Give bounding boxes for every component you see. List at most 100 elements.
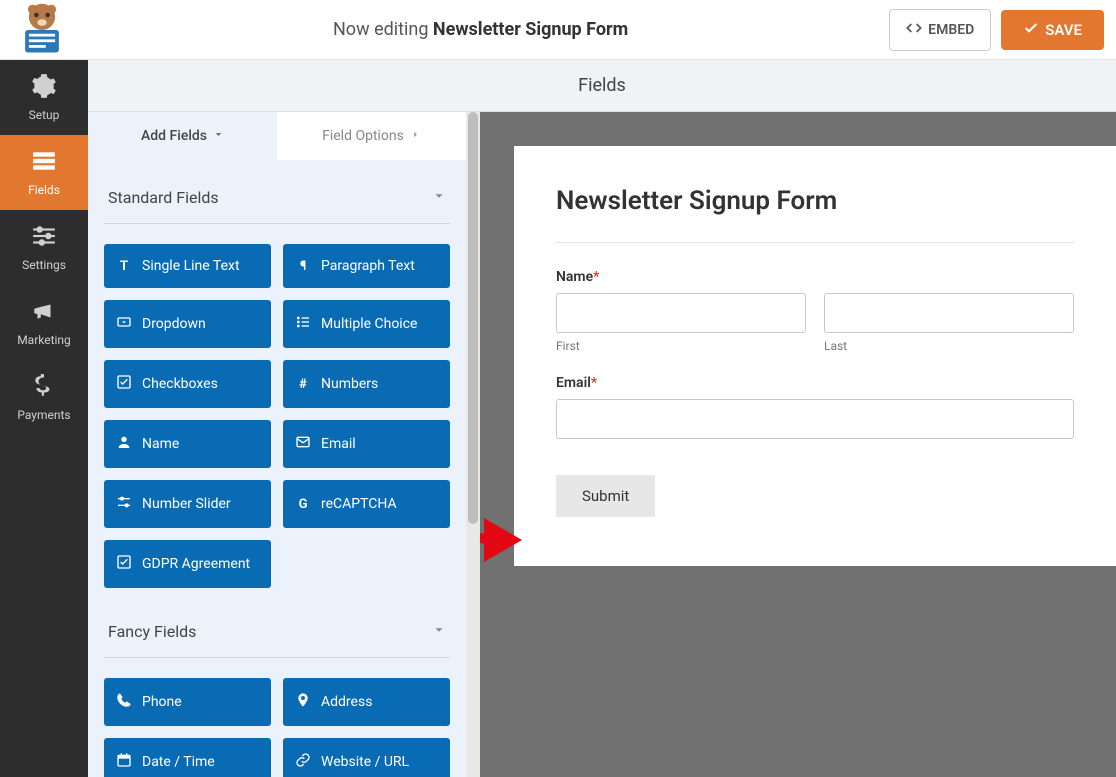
- field-numbers[interactable]: # Numbers: [283, 360, 450, 408]
- group-title: Standard Fields: [108, 188, 219, 207]
- field-grid-fancy: Phone Address Date / Time Website / URL: [104, 658, 450, 777]
- tab-label: Field Options: [322, 128, 404, 144]
- group-toggle-fancy[interactable]: Fancy Fields: [104, 608, 450, 658]
- code-icon: [906, 20, 922, 40]
- google-icon: G: [295, 496, 311, 512]
- sliders-icon: [31, 223, 57, 252]
- field-label: Paragraph Text: [321, 258, 415, 274]
- email-label: Email*: [556, 375, 1074, 391]
- section-header: Fields: [88, 60, 1116, 112]
- field-recaptcha[interactable]: GreCAPTCHA: [283, 480, 450, 528]
- last-name-input[interactable]: [824, 293, 1074, 333]
- check-icon: [116, 554, 132, 574]
- field-phone[interactable]: Phone: [104, 678, 271, 726]
- chevron-down-icon: [432, 188, 446, 207]
- field-date-time[interactable]: Date / Time: [104, 738, 271, 777]
- field-label: Email: [321, 436, 356, 452]
- email-input[interactable]: [556, 399, 1074, 439]
- list-icon: [295, 314, 311, 334]
- save-button[interactable]: SAVE: [1001, 10, 1104, 50]
- envelope-icon: [295, 434, 311, 454]
- phone-icon: [116, 692, 132, 712]
- dropdown-icon: [116, 314, 132, 334]
- content-row: Add Fields Field Options Standard Fields: [88, 112, 1116, 777]
- field-label: Name: [142, 436, 179, 452]
- tab-field-options[interactable]: Field Options: [277, 112, 466, 160]
- field-multiple-choice[interactable]: Multiple Choice: [283, 300, 450, 348]
- field-label: Phone: [142, 694, 182, 710]
- field-email[interactable]: Email: [283, 420, 450, 468]
- field-label: Dropdown: [142, 316, 206, 332]
- group-standard-fields: Standard Fields T Single Line Text ¶ Parag…: [88, 160, 466, 594]
- field-paragraph-text[interactable]: ¶ Paragraph Text: [283, 244, 450, 288]
- group-title: Fancy Fields: [108, 622, 196, 641]
- sidebar-item-settings[interactable]: Settings: [0, 210, 88, 285]
- dollar-icon: [31, 373, 57, 402]
- group-fancy-fields: Fancy Fields Phone Address Date / Time W…: [88, 594, 466, 777]
- sidebar-item-label: Payments: [17, 408, 70, 422]
- group-toggle-standard[interactable]: Standard Fields: [104, 174, 450, 224]
- sidebar-nav: Setup Fields Settings Marketing Payments: [0, 60, 88, 777]
- chevron-right-icon: [410, 128, 421, 144]
- check-icon: [116, 374, 132, 394]
- pin-icon: [295, 692, 311, 712]
- sidebar-item-marketing[interactable]: Marketing: [0, 285, 88, 360]
- last-sublabel: Last: [824, 339, 1074, 353]
- field-label: Numbers: [321, 376, 378, 392]
- name-label: Name*: [556, 269, 1074, 285]
- scrollbar[interactable]: [466, 112, 480, 777]
- tab-label: Add Fields: [141, 128, 207, 144]
- field-label: Checkboxes: [142, 376, 218, 392]
- field-label: Number Slider: [142, 496, 231, 512]
- field-single-line-text[interactable]: T Single Line Text: [104, 244, 271, 288]
- first-sublabel: First: [556, 339, 806, 353]
- field-checkboxes[interactable]: Checkboxes: [104, 360, 271, 408]
- sidebar-item-setup[interactable]: Setup: [0, 60, 88, 135]
- field-label: GDPR Agreement: [142, 556, 250, 572]
- form-name: Newsletter Signup Form: [433, 19, 628, 40]
- scrollbar-thumb[interactable]: [468, 112, 478, 524]
- field-address[interactable]: Address: [283, 678, 450, 726]
- sidebar-item-label: Marketing: [17, 333, 71, 347]
- submit-label: Submit: [582, 487, 629, 505]
- embed-label: EMBED: [928, 22, 974, 38]
- workspace: Fields Add Fields Field Options: [88, 60, 1116, 777]
- user-icon: [116, 434, 132, 454]
- embed-button[interactable]: EMBED: [889, 9, 991, 51]
- fields-panel: Add Fields Field Options Standard Fields: [88, 112, 480, 777]
- field-label: Multiple Choice: [321, 316, 417, 332]
- field-dropdown[interactable]: Dropdown: [104, 300, 271, 348]
- top-bar: Now editing Newsletter Signup Form EMBED…: [0, 0, 1116, 60]
- fields-scroll[interactable]: Add Fields Field Options Standard Fields: [88, 112, 466, 777]
- field-label: reCAPTCHA: [321, 496, 397, 512]
- field-website-url[interactable]: Website / URL: [283, 738, 450, 777]
- hash-icon: #: [295, 376, 311, 392]
- email-row: [556, 399, 1074, 439]
- field-number-slider[interactable]: Number Slider: [104, 480, 271, 528]
- name-row: First Last: [556, 293, 1074, 353]
- required-mark: *: [593, 269, 599, 285]
- field-name[interactable]: Name: [104, 420, 271, 468]
- main-area: Setup Fields Settings Marketing Payments…: [0, 60, 1116, 777]
- tab-add-fields[interactable]: Add Fields: [88, 112, 277, 160]
- megaphone-icon: [31, 298, 57, 327]
- form-icon: [31, 148, 57, 177]
- app-logo: [12, 5, 72, 55]
- paragraph-icon: ¶: [295, 258, 311, 274]
- sidebar-item-payments[interactable]: Payments: [0, 360, 88, 435]
- sidebar-item-label: Settings: [22, 258, 66, 272]
- label-text: Email: [556, 375, 591, 391]
- field-gdpr-agreement[interactable]: GDPR Agreement: [104, 540, 271, 588]
- section-header-label: Fields: [578, 75, 626, 96]
- chevron-down-icon: [432, 622, 446, 641]
- field-label: Single Line Text: [142, 258, 240, 274]
- sidebar-item-label: Setup: [29, 108, 60, 122]
- text-icon: T: [116, 258, 132, 274]
- submit-button[interactable]: Submit: [556, 475, 655, 517]
- chevron-down-icon: [213, 128, 224, 144]
- sidebar-item-fields[interactable]: Fields: [0, 135, 88, 210]
- form-preview-card: Newsletter Signup Form Name* First Last: [514, 146, 1116, 566]
- first-name-input[interactable]: [556, 293, 806, 333]
- save-label: SAVE: [1045, 21, 1082, 39]
- panel-tabs: Add Fields Field Options: [88, 112, 466, 160]
